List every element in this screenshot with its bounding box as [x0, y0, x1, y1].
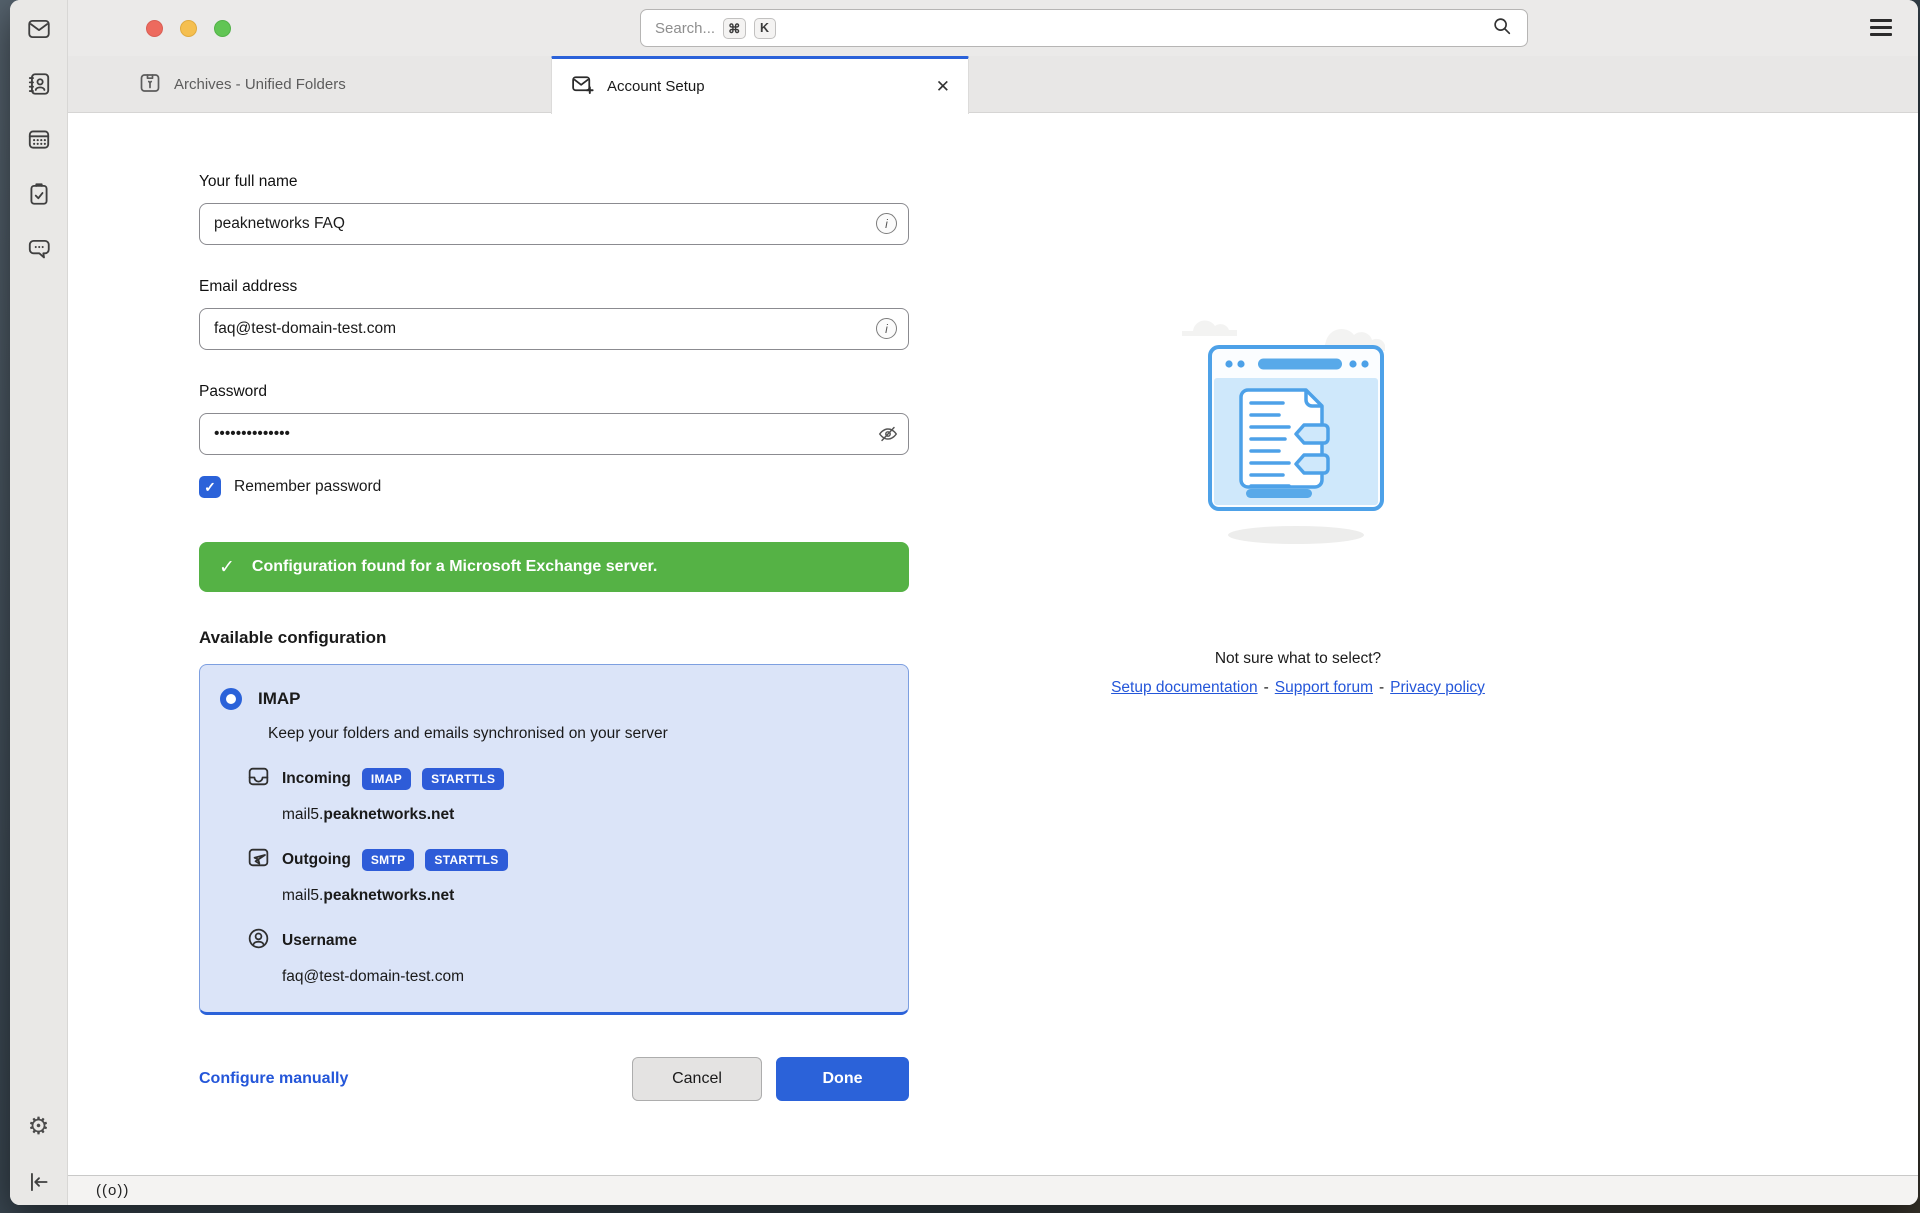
user-icon [246, 926, 271, 956]
close-window-button[interactable] [146, 20, 163, 37]
protocol-description: Keep your folders and emails synchronise… [268, 725, 884, 743]
config-found-banner: ✓ Configuration found for a Microsoft Ex… [199, 542, 909, 592]
settings-gear-icon[interactable]: ⚙ [26, 1114, 52, 1140]
protocol-name: IMAP [258, 689, 301, 709]
email-label: Email address [199, 278, 909, 296]
calendar-space-icon[interactable] [26, 126, 52, 152]
full-name-label: Your full name [199, 173, 909, 191]
document-browser-illustration [1168, 299, 1428, 554]
cmd-keycap: ⌘ [723, 18, 746, 39]
incoming-hostname: mail5.peaknetworks.net [282, 806, 884, 824]
new-account-mail-icon [570, 72, 595, 101]
unified-toolbar: Search... ⌘ K [68, 0, 1918, 56]
search-icon[interactable] [1491, 15, 1513, 42]
password-label: Password [199, 383, 909, 401]
available-configuration-heading: Available configuration [199, 628, 909, 648]
banner-text: Configuration found for a Microsoft Exch… [252, 558, 657, 576]
app-menu-icon[interactable] [1870, 19, 1892, 36]
chat-space-icon[interactable] [26, 236, 52, 262]
help-links: Setup documentation-Support forum-Privac… [1043, 679, 1553, 697]
search-placeholder: Search... [655, 20, 715, 37]
tasks-space-icon[interactable] [26, 181, 52, 207]
done-button[interactable]: Done [776, 1057, 909, 1101]
mail-space-icon[interactable] [26, 16, 52, 42]
remember-password-label[interactable]: Remember password [234, 478, 381, 496]
traffic-lights [146, 20, 231, 37]
zoom-window-button[interactable] [214, 20, 231, 37]
info-icon[interactable]: i [876, 318, 897, 339]
network-status-icon[interactable]: ((o)) [96, 1182, 129, 1199]
global-search-input[interactable]: Search... ⌘ K [640, 9, 1528, 47]
remember-password-checkbox[interactable]: ✓ [199, 476, 221, 498]
remember-password-row: ✓ Remember password [199, 476, 909, 498]
username-label: Username [282, 932, 357, 950]
username-row: Username [246, 926, 884, 956]
support-forum-link[interactable]: Support forum [1275, 679, 1373, 696]
username-value: faq@test-domain-test.com [282, 968, 884, 986]
imap-radio-button[interactable] [220, 688, 242, 710]
spaces-sidebar: ⚙ [10, 0, 68, 1205]
address-book-space-icon[interactable] [26, 71, 52, 97]
send-mail-icon [246, 845, 271, 875]
info-icon[interactable]: i [876, 213, 897, 234]
incoming-protocol-badge: IMAP [362, 768, 411, 790]
app-window: ⚙ Search... ⌘ K [10, 0, 1918, 1205]
account-setup-content: Your full name i Email address i Passwor… [68, 113, 1918, 1175]
tab-label: Archives - Unified Folders [174, 76, 346, 93]
outgoing-label: Outgoing [282, 851, 351, 869]
email-group: Email address i [199, 278, 909, 350]
configure-manually-link[interactable]: Configure manually [199, 1070, 348, 1088]
password-group: Password [199, 383, 909, 455]
toggle-password-visibility-icon[interactable] [877, 423, 899, 445]
help-column: Not sure what to select? Setup documenta… [1043, 299, 1553, 697]
incoming-server-row: Incoming IMAP STARTTLS [246, 764, 884, 794]
archive-folder-icon [138, 71, 162, 99]
incoming-security-badge: STARTTLS [422, 768, 504, 790]
outgoing-security-badge: STARTTLS [425, 849, 507, 871]
privacy-policy-link[interactable]: Privacy policy [1390, 679, 1485, 696]
outgoing-protocol-badge: SMTP [362, 849, 415, 871]
form-footer: Configure manually Cancel Done [199, 1057, 909, 1101]
cancel-button[interactable]: Cancel [632, 1057, 762, 1101]
password-field[interactable] [199, 413, 909, 455]
status-bar: ((o)) [68, 1175, 1918, 1205]
setup-documentation-link[interactable]: Setup documentation [1111, 679, 1258, 696]
tab-account-setup[interactable]: Account Setup ✕ [551, 56, 969, 114]
incoming-label: Incoming [282, 770, 351, 788]
success-check-icon: ✓ [219, 556, 235, 579]
full-name-group: Your full name i [199, 173, 909, 245]
outgoing-server-row: Outgoing SMTP STARTTLS [246, 845, 884, 875]
account-setup-form: Your full name i Email address i Passwor… [199, 113, 909, 1101]
outgoing-hostname: mail5.peaknetworks.net [282, 887, 884, 905]
full-name-field[interactable] [199, 203, 909, 245]
inbox-icon [246, 764, 271, 794]
tab-label: Account Setup [607, 78, 705, 95]
collapse-sidebar-icon[interactable] [26, 1169, 52, 1195]
k-keycap: K [754, 18, 776, 39]
tab-bar: Archives - Unified Folders Account Setup… [68, 56, 1918, 113]
help-question: Not sure what to select? [1043, 650, 1553, 668]
email-field[interactable] [199, 308, 909, 350]
imap-config-card[interactable]: IMAP Keep your folders and emails synchr… [199, 664, 909, 1015]
minimize-window-button[interactable] [180, 20, 197, 37]
tab-archives-unified-folders[interactable]: Archives - Unified Folders [138, 56, 346, 113]
close-tab-icon[interactable]: ✕ [936, 78, 950, 95]
main-area: Search... ⌘ K [68, 0, 1918, 1205]
